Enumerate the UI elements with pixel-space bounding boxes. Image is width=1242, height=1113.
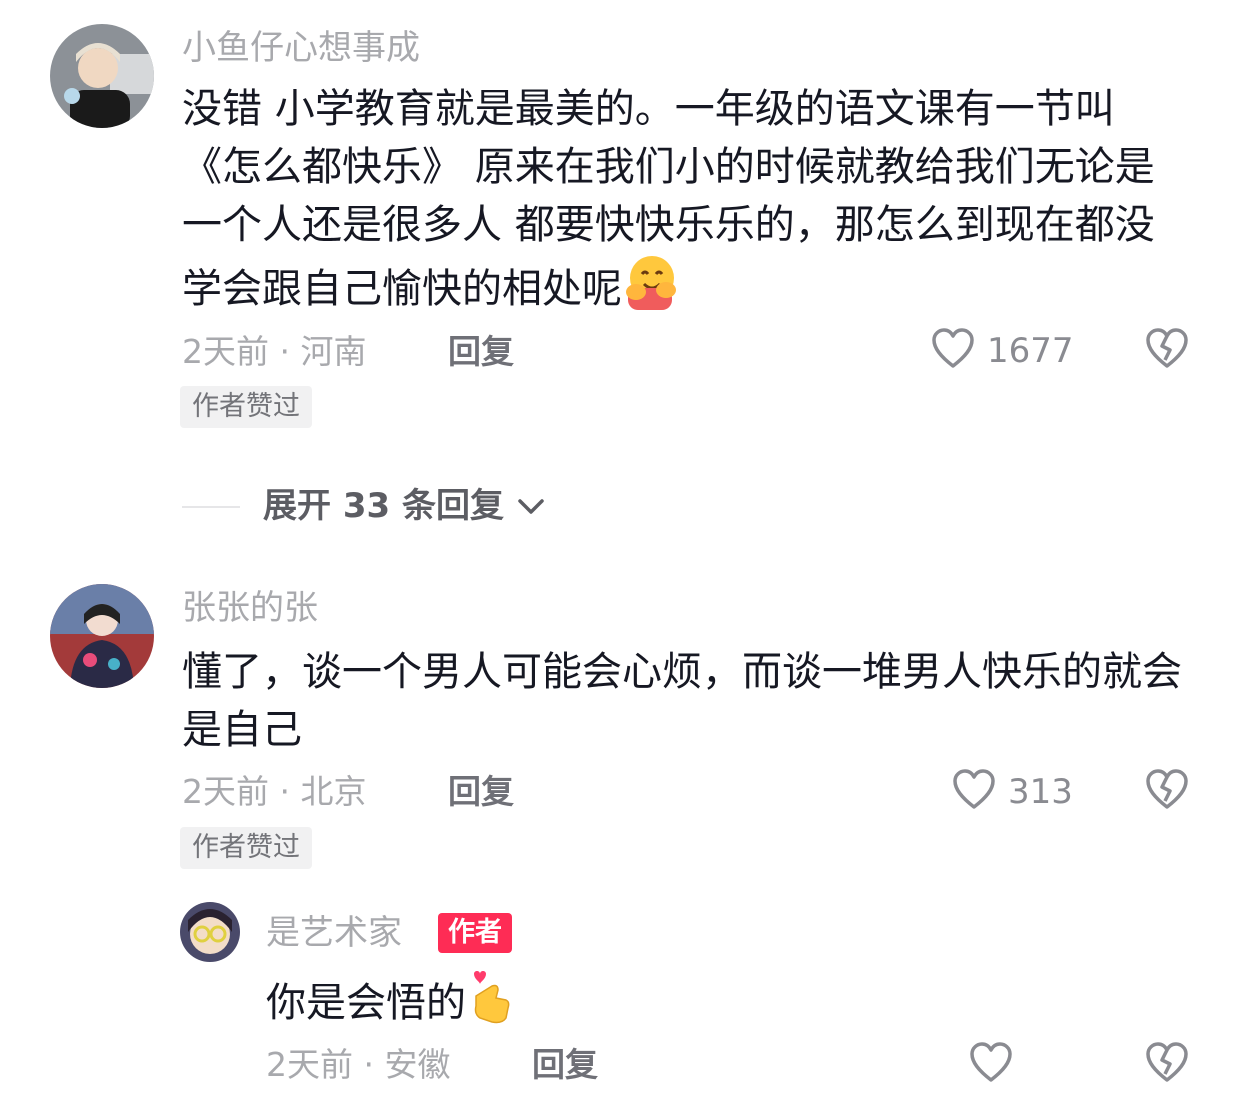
reply-username[interactable]: 是艺术家 xyxy=(266,913,402,953)
hugging-face-emoji-icon xyxy=(622,254,678,326)
reply-time-location: 2天前 · 安徽 xyxy=(266,1045,451,1084)
author-liked-badge: 作者赞过 xyxy=(180,827,312,869)
like-button[interactable] xyxy=(930,326,976,374)
comment-time-location: 2天前 · 北京 xyxy=(182,772,367,811)
heart-icon xyxy=(970,1042,1012,1082)
author-tag-badge: 作者 xyxy=(438,913,512,953)
heart-icon xyxy=(953,769,995,809)
avatar[interactable] xyxy=(180,902,240,962)
expand-replies-button[interactable]: 展开 33 条回复 xyxy=(263,486,546,526)
expand-replies-label: 展开 33 条回复 xyxy=(263,486,504,526)
dislike-button[interactable] xyxy=(1144,767,1190,815)
heart-icon xyxy=(932,328,974,368)
like-count: 313 xyxy=(1008,772,1073,812)
reply-text-body: 你是会悟的 xyxy=(266,980,466,1026)
reply-text: 你是会悟的 xyxy=(266,968,514,1040)
like-button[interactable] xyxy=(968,1040,1014,1088)
dislike-button[interactable] xyxy=(1144,1040,1190,1088)
broken-heart-icon xyxy=(1146,1042,1188,1082)
broken-heart-icon xyxy=(1146,328,1188,368)
reply-button[interactable]: 回复 xyxy=(532,1045,598,1085)
comment-text: 没错 小学教育就是最美的。一年级的语文课有一节叫《怎么都快乐》 原来在我们小的时… xyxy=(182,80,1192,326)
dislike-button[interactable] xyxy=(1144,326,1190,374)
author-liked-badge: 作者赞过 xyxy=(180,386,312,428)
reply-button[interactable]: 回复 xyxy=(448,772,514,812)
comment-username[interactable]: 小鱼仔心想事成 xyxy=(182,28,420,68)
like-button[interactable] xyxy=(951,767,997,815)
like-count: 1677 xyxy=(987,331,1074,371)
comment-username[interactable]: 张张的张 xyxy=(182,588,318,628)
chevron-down-icon xyxy=(518,499,544,514)
comment-time-location: 2天前 · 河南 xyxy=(182,332,367,371)
avatar[interactable] xyxy=(50,584,154,688)
finger-heart-emoji-icon xyxy=(466,968,514,1040)
reply-button[interactable]: 回复 xyxy=(448,332,514,372)
comment-text: 懂了，谈一个男人可能会心烦，而谈一堆男人快乐的就会是自己 xyxy=(182,649,1182,753)
broken-heart-icon xyxy=(1146,769,1188,809)
divider-line xyxy=(182,506,240,508)
avatar[interactable] xyxy=(50,24,154,128)
